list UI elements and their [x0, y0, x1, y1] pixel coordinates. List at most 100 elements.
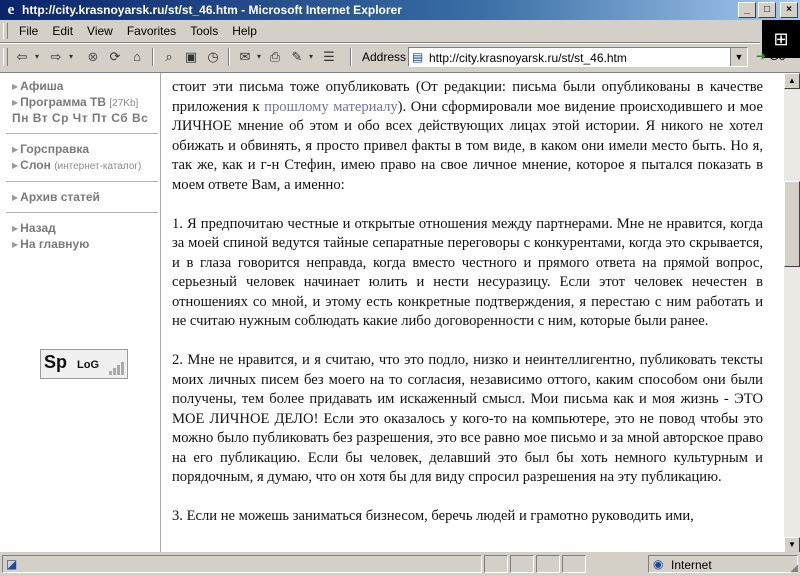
sidebar-mid-group: ▶ Горсправка ▶ Слон (интернет-каталог)	[12, 141, 141, 173]
minimize-button[interactable]: _	[738, 2, 756, 18]
catalog-note: (интернет-каталог)	[54, 161, 142, 172]
sidebar-archive-group: ▶ Архив статей	[12, 189, 100, 205]
menu-help[interactable]: Help	[225, 24, 264, 38]
go-label: Go	[769, 49, 786, 63]
back-dropdown-icon[interactable]: ▾	[33, 48, 41, 66]
scroll-down-icon[interactable]: ▼	[784, 537, 800, 552]
address-label: Address	[362, 50, 407, 64]
triangle-icon: ▶	[12, 145, 19, 154]
sidebar-item-label: Назад	[20, 221, 56, 235]
address-input[interactable]: http://city.krasnoyarsk.ru/st/st_46.htm	[429, 51, 627, 65]
favorites-icon[interactable]: ▣	[182, 48, 200, 66]
edit-icon[interactable]: ✎	[288, 48, 306, 66]
column-divider	[160, 73, 161, 552]
splog-text: LoG	[77, 359, 99, 371]
weekday-links[interactable]: Пн Вт Ср Чт Пт Сб Вс	[12, 110, 148, 126]
security-zone: ◉ Internet	[648, 555, 798, 573]
sidebar-top-group: ▶ Афиша ▶ Программа ТВ [27Kb] Пн Вт Ср Чт …	[12, 78, 148, 126]
sidebar-item-slon[interactable]: ▶ Слон (интернет-каталог)	[12, 157, 141, 173]
page-icon: ▤	[412, 50, 424, 64]
print-icon[interactable]: ⎙	[266, 48, 284, 66]
history-icon[interactable]: ◷	[204, 48, 222, 66]
stop-icon[interactable]: ⊗	[84, 48, 102, 66]
page-viewport: ▶ Афиша ▶ Программа ТВ [27Kb] Пн Вт Ср Чт …	[0, 72, 800, 552]
sidebar-item-label: Программа ТВ	[20, 95, 107, 109]
window-title: http://city.krasnoyarsk.ru/st/st_46.htm …	[22, 3, 402, 17]
toolbar-separator	[350, 48, 352, 66]
splog-counter-badge[interactable]: Sp LoG	[40, 349, 128, 379]
menu-edit[interactable]: Edit	[45, 24, 80, 38]
splog-bars-icon	[109, 362, 124, 375]
forward-arrow-icon[interactable]: ⇨	[46, 48, 66, 66]
window-controls: _ □ ×	[738, 2, 798, 18]
triangle-icon: ▶	[12, 240, 19, 249]
sidebar-divider	[6, 212, 158, 213]
ie-logo-icon: e	[7, 2, 15, 18]
article-paragraph: 2. Мне не нравится, и я считаю, что это …	[172, 352, 763, 485]
home-icon[interactable]: ⌂	[128, 48, 146, 66]
forward-dropdown-icon[interactable]: ▾	[67, 48, 75, 66]
vertical-scrollbar[interactable]: ▲ ▼	[784, 73, 800, 552]
sidebar-item-archive[interactable]: ▶ Архив статей	[12, 189, 100, 205]
scroll-up-icon[interactable]: ▲	[784, 73, 800, 89]
sidebar-item-home[interactable]: ▶ На главную	[12, 236, 89, 252]
sidebar-item-back[interactable]: ▶ Назад	[12, 220, 89, 236]
sidebar: ▶ Афиша ▶ Программа ТВ [27Kb] Пн Вт Ср Чт …	[0, 73, 160, 552]
menu-items: File Edit View Favorites Tools Help	[12, 24, 264, 38]
status-pane	[562, 555, 586, 573]
splog-text: Sp	[44, 352, 68, 372]
page-done-icon: ◪	[6, 557, 18, 571]
address-bar[interactable]: ▤ http://city.krasnoyarsk.ru/st/st_46.ht…	[408, 47, 748, 67]
back-arrow-icon[interactable]: ⇦	[12, 48, 32, 66]
go-arrow-icon: ➜	[756, 49, 767, 63]
toolbar-grip[interactable]	[3, 48, 8, 66]
sidebar-bottom-group: ▶ Назад ▶ На главную	[12, 220, 89, 252]
sidebar-item-label: На главную	[20, 237, 90, 251]
status-pane	[536, 555, 560, 573]
refresh-icon[interactable]: ⟳	[106, 48, 124, 66]
sidebar-divider	[6, 133, 158, 134]
mail-dropdown-icon[interactable]: ▾	[255, 48, 263, 66]
zone-label: Internet	[671, 558, 712, 572]
menu-tools[interactable]: Tools	[183, 24, 225, 38]
title-bar: e http://city.krasnoyarsk.ru/st/st_46.ht…	[0, 0, 800, 20]
menu-favorites[interactable]: Favorites	[120, 24, 183, 38]
search-icon[interactable]: ⌕	[160, 48, 178, 66]
discuss-icon[interactable]: ☰	[320, 48, 338, 66]
article-paragraph: стоит эти письма тоже опубликовать (От р…	[172, 78, 763, 195]
resize-grip-icon[interactable]: ◢	[790, 563, 798, 574]
menu-grip[interactable]	[3, 23, 8, 39]
toolbar-separator	[228, 48, 230, 66]
triangle-icon: ▶	[12, 224, 19, 233]
status-pane	[510, 555, 534, 573]
close-button[interactable]: ×	[780, 2, 798, 18]
triangle-icon: ▶	[12, 193, 19, 202]
menu-bar: File Edit View Favorites Tools Help	[0, 20, 760, 42]
address-dropdown-icon[interactable]: ▼	[730, 48, 747, 66]
status-pane	[484, 555, 508, 573]
triangle-icon: ▶	[12, 82, 19, 91]
sidebar-item-gorspravka[interactable]: ▶ Горсправка	[12, 141, 141, 157]
previous-material-link[interactable]: прошлому материалу	[264, 99, 397, 115]
go-button[interactable]: ➜ Go	[756, 49, 785, 63]
sidebar-item-afisha[interactable]: ▶ Афиша	[12, 78, 148, 94]
sidebar-item-label: Слон	[20, 158, 51, 172]
article-body: стоит эти письма тоже опубликовать (От р…	[172, 78, 763, 546]
article-paragraph: 1. Я предпочитаю честные и открытые отно…	[172, 215, 763, 330]
edit-dropdown-icon[interactable]: ▾	[307, 48, 315, 66]
menu-view[interactable]: View	[80, 24, 120, 38]
toolbar: ⇦ ▾ ⇨ ▾ ⊗ ⟳ ⌂ ⌕ ▣ ◷ ✉ ▾ ⎙ ✎ ▾ ☰ Address …	[0, 44, 800, 70]
sidebar-item-tv[interactable]: ▶ Программа ТВ [27Kb]	[12, 94, 148, 110]
sidebar-item-label: Афиша	[20, 79, 64, 93]
toolbar-separator	[152, 48, 154, 66]
maximize-button[interactable]: □	[758, 2, 776, 18]
status-bar: ◪ ◉ Internet ◢	[0, 552, 800, 576]
menu-file[interactable]: File	[12, 24, 45, 38]
scroll-thumb[interactable]	[784, 181, 800, 267]
mail-icon[interactable]: ✉	[236, 48, 254, 66]
article-paragraph: 3. Если не можешь заниматься бизнесом, б…	[172, 508, 694, 524]
sidebar-divider	[6, 181, 158, 182]
internet-globe-icon: ◉	[653, 557, 664, 571]
size-note: [27Kb]	[109, 98, 139, 109]
sidebar-item-label: Горсправка	[20, 142, 90, 156]
